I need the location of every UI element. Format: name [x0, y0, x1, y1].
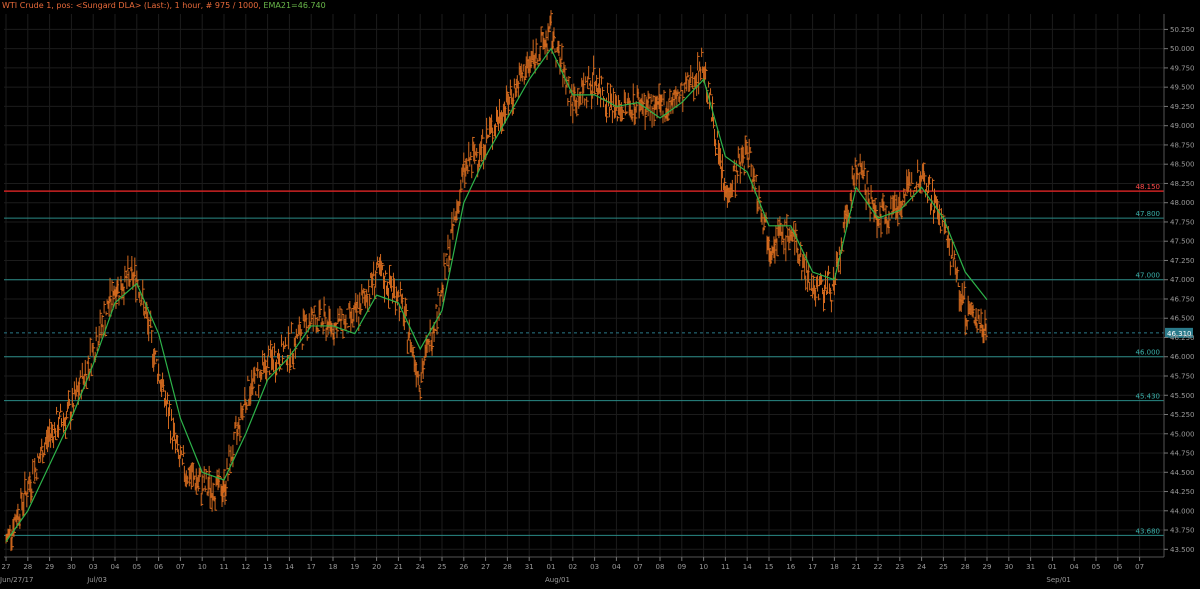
- x-month-label: Sep/01: [1046, 576, 1070, 584]
- x-tick-label: 28: [961, 563, 970, 571]
- x-tick-label: 19: [350, 563, 359, 571]
- y-tick-label: 48.000: [1170, 199, 1195, 207]
- y-tick-label: 46.000: [1170, 353, 1195, 361]
- y-tick-label: 45.750: [1170, 373, 1195, 381]
- y-tick-label: 48.500: [1170, 161, 1195, 169]
- x-tick-label: 08: [656, 563, 665, 571]
- x-tick-label: 14: [285, 563, 294, 571]
- price-chart[interactable]: 48.15047.80047.00046.31046.00045.43043.6…: [0, 0, 1200, 589]
- x-tick-label: 04: [111, 563, 120, 571]
- x-tick-label: 18: [329, 563, 338, 571]
- x-month-label: Jul/03: [86, 576, 107, 584]
- x-tick-label: 27: [2, 563, 11, 571]
- x-month-label: Aug/01: [545, 576, 570, 584]
- x-tick-label: 03: [89, 563, 98, 571]
- y-tick-label: 49.750: [1170, 64, 1195, 72]
- y-tick-label: 45.250: [1170, 411, 1195, 419]
- x-tick-label: 12: [241, 563, 250, 571]
- x-tick-label: 30: [1004, 563, 1013, 571]
- level-label: 47.000: [1136, 272, 1161, 280]
- y-tick-label: 43.500: [1170, 546, 1195, 554]
- x-tick-label: 31: [1026, 563, 1035, 571]
- y-tick-label: 47.500: [1170, 238, 1195, 246]
- x-tick-label: 11: [220, 563, 229, 571]
- x-tick-label: 13: [263, 563, 272, 571]
- x-tick-label: 07: [634, 563, 643, 571]
- x-tick-label: 17: [808, 563, 817, 571]
- x-tick-label: 25: [438, 563, 447, 571]
- x-tick-label: 20: [372, 563, 381, 571]
- x-tick-label: 24: [416, 563, 425, 571]
- level-lines: 48.15047.80047.00046.31046.00045.43043.6…: [4, 183, 1193, 536]
- x-tick-label: 06: [154, 563, 163, 571]
- y-tick-label: 47.750: [1170, 218, 1195, 226]
- x-tick-label: 11: [721, 563, 730, 571]
- x-tick-label: 30: [67, 563, 76, 571]
- x-tick-label: 09: [677, 563, 686, 571]
- price-bars: [5, 10, 989, 552]
- y-tick-label: 45.000: [1170, 430, 1195, 438]
- level-label: 47.800: [1136, 210, 1161, 218]
- x-tick-label: 25: [939, 563, 948, 571]
- x-tick-label: 01: [1048, 563, 1057, 571]
- x-tick-label: 10: [198, 563, 207, 571]
- x-tick-label: 22: [874, 563, 883, 571]
- y-tick-label: 43.750: [1170, 527, 1195, 535]
- y-tick-label: 44.000: [1170, 507, 1195, 515]
- x-tick-label: 28: [503, 563, 512, 571]
- y-tick-label: 50.000: [1170, 45, 1195, 53]
- y-tick-label: 47.000: [1170, 276, 1195, 284]
- level-label: 45.430: [1136, 393, 1161, 401]
- x-tick-label: 14: [743, 563, 752, 571]
- x-tick-label: 29: [45, 563, 54, 571]
- y-tick-label: 47.250: [1170, 257, 1195, 265]
- y-tick-label: 48.750: [1170, 141, 1195, 149]
- x-axis: 27 28 29 30 03 04 05 06 07 10 11 12 13 14 17 18 19 20 21 24…: [0, 556, 1164, 584]
- x-tick-label: 27: [481, 563, 490, 571]
- x-tick-label: 10: [699, 563, 708, 571]
- x-tick-label: 02: [568, 563, 577, 571]
- x-tick-label: 04: [612, 563, 621, 571]
- x-tick-label: 18: [830, 563, 839, 571]
- x-tick-label: 29: [983, 563, 992, 571]
- x-tick-label: 05: [1092, 563, 1101, 571]
- x-tick-label: 17: [307, 563, 316, 571]
- x-tick-label: 31: [525, 563, 534, 571]
- y-tick-label: 46.750: [1170, 295, 1195, 303]
- y-tick-label: 44.500: [1170, 469, 1195, 477]
- x-tick-label: 26: [459, 563, 468, 571]
- x-tick-label: 07: [1135, 563, 1144, 571]
- y-tick-label: 49.250: [1170, 103, 1195, 111]
- x-tick-label: 07: [176, 563, 185, 571]
- x-tick-label: 01: [547, 563, 556, 571]
- y-tick-label: 48.250: [1170, 180, 1195, 188]
- x-month-label: Jun/27/17: [0, 576, 33, 584]
- y-tick-label: 44.750: [1170, 450, 1195, 458]
- y-tick-label: 50.250: [1170, 26, 1195, 34]
- x-tick-label: 05: [132, 563, 141, 571]
- y-tick-label: 49.500: [1170, 84, 1195, 92]
- level-label: 46.000: [1136, 349, 1161, 357]
- x-tick-label: 23: [895, 563, 904, 571]
- level-label: 48.150: [1136, 183, 1161, 191]
- x-tick-label: 06: [1113, 563, 1122, 571]
- y-tick-label: 44.250: [1170, 488, 1195, 496]
- y-tick-label: 49.000: [1170, 122, 1195, 130]
- level-label: 43.680: [1136, 527, 1161, 535]
- y-tick-label: 45.500: [1170, 392, 1195, 400]
- ema-line: [5, 47, 988, 542]
- x-tick-label: 16: [786, 563, 795, 571]
- x-tick-label: 03: [590, 563, 599, 571]
- x-tick-label: 15: [765, 563, 774, 571]
- ema-path: [5, 47, 988, 542]
- y-tick-label: 46.250: [1170, 334, 1195, 342]
- x-tick-label: 28: [23, 563, 32, 571]
- y-axis: 43.500 43.750 44.000 44.250 44.500 44.750 45.0…: [1163, 14, 1195, 557]
- x-tick-label: 21: [852, 563, 861, 571]
- x-tick-label: 21: [394, 563, 403, 571]
- x-tick-label: 24: [917, 563, 926, 571]
- x-tick-label: 04: [1070, 563, 1079, 571]
- y-tick-label: 46.500: [1170, 315, 1195, 323]
